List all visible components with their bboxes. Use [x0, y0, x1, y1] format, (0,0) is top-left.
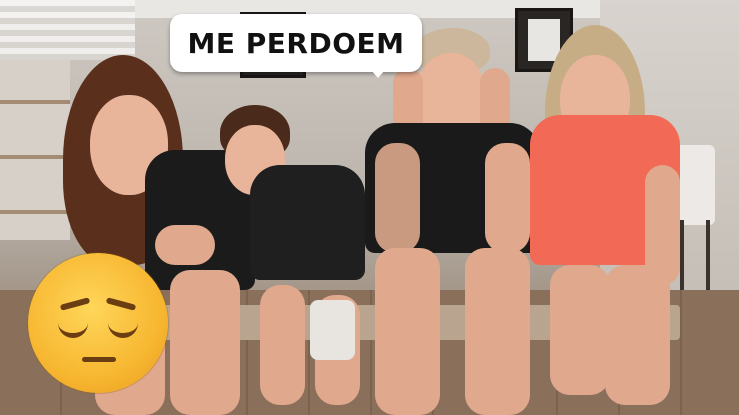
- caption-text: ME PERDOEM: [187, 26, 405, 60]
- photo-scene: ME PERDOEM: [0, 0, 739, 415]
- pensive-face-emoji-icon: [28, 253, 168, 393]
- person-boy: [215, 100, 375, 415]
- speech-bubble-tail: [364, 62, 392, 78]
- person-man-center: [365, 28, 540, 415]
- window-blinds: [0, 0, 135, 60]
- person-woman-right: [525, 25, 690, 415]
